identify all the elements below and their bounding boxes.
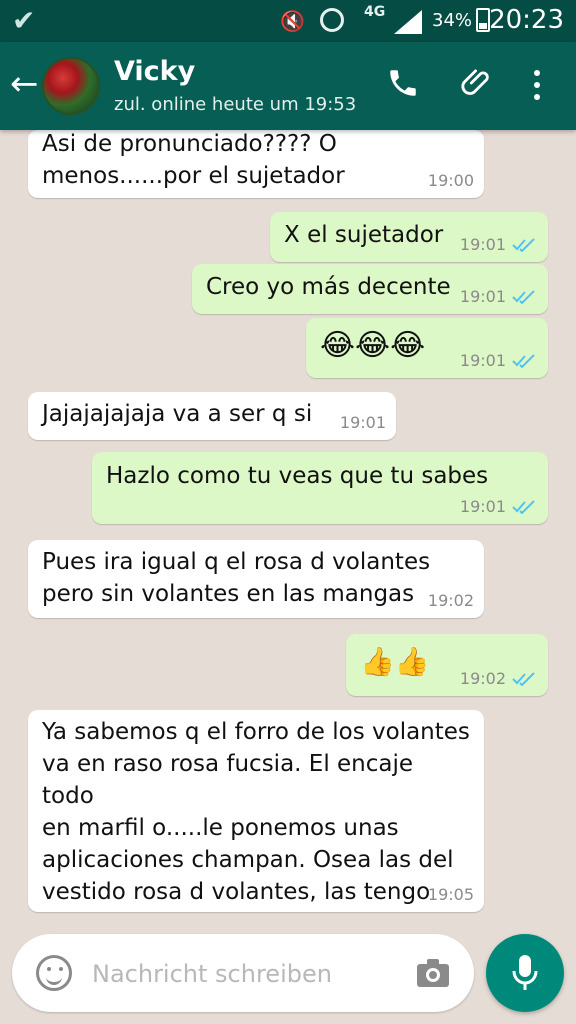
alarm-icon (320, 8, 344, 32)
message-composer (12, 934, 474, 1012)
attach-icon[interactable] (460, 66, 494, 100)
status-bar: ✔ 🔇 4G 34% 20:23 (0, 0, 576, 42)
camera-icon[interactable] (416, 958, 450, 988)
message-bubble[interactable]: Asi de pronunciado???? O menos......por … (28, 130, 484, 198)
check-icon: ✔ (12, 4, 36, 37)
message-text: Pues ira igual q el rosa d volantes pero… (42, 549, 431, 607)
message-time: 19:02 (460, 669, 538, 688)
message-bubble[interactable]: Ya sabemos q el forro de los volantes va… (28, 710, 484, 912)
read-ticks-icon (512, 353, 535, 368)
read-ticks-icon (512, 499, 535, 514)
emoji-icon[interactable] (36, 955, 72, 991)
back-arrow-icon[interactable]: ← (10, 64, 39, 104)
network-label: 4G (364, 4, 386, 20)
message-time: 19:01 (460, 287, 538, 306)
message-bubble[interactable]: 👍👍 19:02 (346, 634, 548, 696)
read-ticks-icon (512, 671, 535, 686)
message-bubble[interactable]: Jajajajajaja va a ser q si 19:01 (28, 392, 396, 440)
more-icon[interactable] (524, 68, 550, 104)
battery-icon (476, 8, 490, 32)
message-bubble[interactable]: Pues ira igual q el rosa d volantes pero… (28, 540, 484, 618)
message-text: Jajajajajaja va a ser q si (42, 401, 313, 427)
message-text: Hazlo como tu veas que tu sabes (106, 463, 489, 489)
phone-icon[interactable] (386, 66, 420, 100)
message-time: 19:01 (460, 351, 538, 370)
message-time: 19:00 (427, 171, 474, 190)
battery-percent: 34% (432, 10, 473, 31)
avatar[interactable] (42, 57, 100, 115)
message-time: 19:05 (427, 885, 474, 904)
read-ticks-icon (512, 289, 535, 304)
message-time: 19:01 (460, 235, 538, 254)
message-bubble[interactable]: Hazlo como tu veas que tu sabes 19:01 (92, 452, 548, 524)
mic-button[interactable] (486, 934, 564, 1012)
mute-icon: 🔇 (280, 9, 305, 33)
contact-status: zul. online heute um 19:53 (114, 94, 357, 115)
message-text: Ya sabemos q el forro de los volantes va… (42, 719, 470, 905)
message-bubble[interactable]: 😂😂😂 19:01 (306, 318, 548, 378)
read-ticks-icon (512, 237, 535, 252)
message-input[interactable] (90, 954, 394, 994)
contact-name[interactable]: Vicky (114, 56, 195, 87)
message-bubble[interactable]: Creo yo más decente 19:01 (192, 264, 548, 314)
message-list[interactable]: Asi de pronunciado???? O menos......por … (0, 130, 576, 920)
message-text: Asi de pronunciado???? O menos......por … (42, 131, 345, 189)
signal-icon (394, 10, 422, 34)
message-time: 19:01 (460, 497, 538, 516)
chat-header: ← Vicky zul. online heute um 19:53 (0, 42, 576, 130)
message-bubble[interactable]: X el sujetador 19:01 (270, 212, 548, 262)
message-time: 19:01 (339, 413, 386, 432)
mic-icon (512, 955, 538, 990)
message-time: 19:02 (427, 591, 474, 610)
status-time: 20:23 (489, 5, 564, 35)
